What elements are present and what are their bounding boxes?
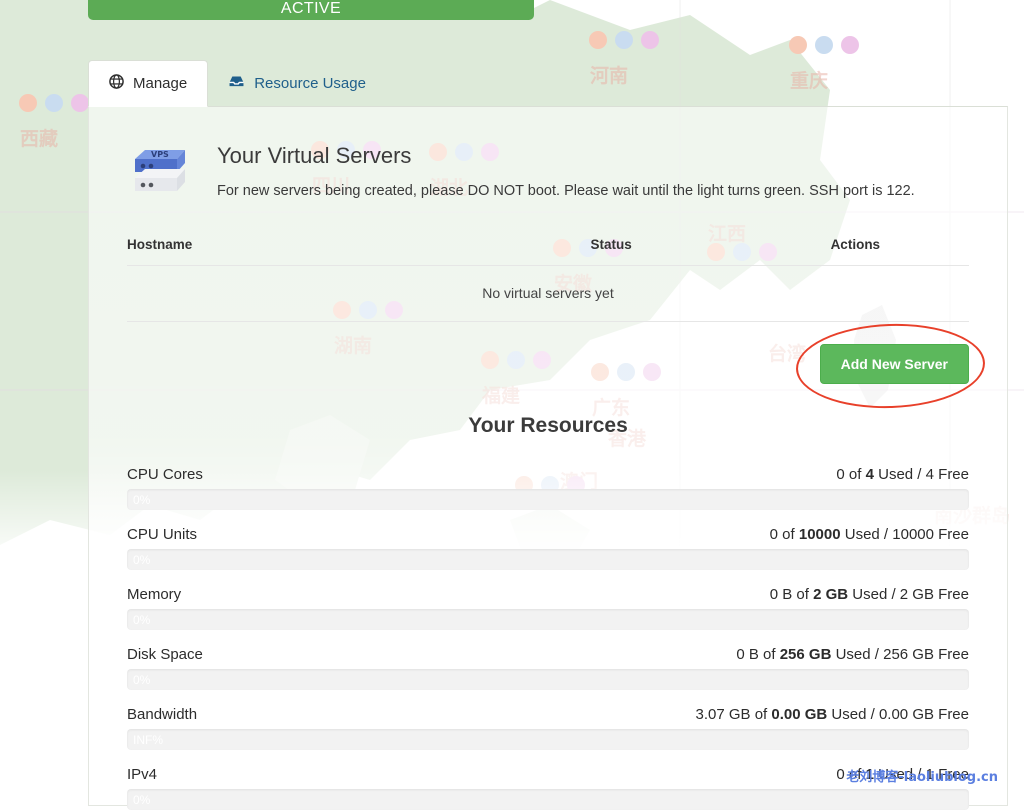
- resource-name: Memory: [127, 586, 181, 603]
- resource-name: CPU Units: [127, 526, 197, 543]
- empty-state-message: No virtual servers yet: [127, 266, 969, 322]
- resource-name: Disk Space: [127, 646, 203, 663]
- tab-bar: Manage Resource Usage: [88, 60, 386, 107]
- resource-name: CPU Cores: [127, 466, 203, 483]
- tab-manage-label: Manage: [133, 75, 187, 92]
- resources-list: CPU Cores0 of 4 Used / 4 Free0%CPU Units…: [127, 466, 969, 810]
- resource-name: Bandwidth: [127, 706, 197, 723]
- resource-progress-bar: 0%: [127, 789, 969, 810]
- resource-row: Disk Space 0 B of 256 GB Used / 256 GB Fr…: [127, 646, 969, 690]
- resource-total: 4: [866, 466, 874, 483]
- resource-summary-line: Disk Space 0 B of 256 GB Used / 256 GB Fr…: [127, 646, 969, 663]
- site-watermark: 老刘博客-laoliublog.cn: [846, 766, 998, 785]
- resource-progress-bar: INF%: [127, 729, 969, 750]
- table-header-row: Hostname Status Actions: [127, 237, 969, 266]
- resource-percent-label: 0%: [127, 494, 150, 506]
- resource-row: IPv40 of 1 Used / 1 Free 0%: [127, 766, 969, 810]
- resource-percent-label: 0%: [127, 674, 150, 686]
- resource-total: 0.00 GB: [771, 706, 827, 723]
- table-empty-row: No virtual servers yet: [127, 266, 969, 322]
- resource-amount: 0 B of 256 GB Used / 256 GB Free: [736, 646, 969, 663]
- resource-amount: 0 of 10000 Used / 10000 Free: [770, 526, 969, 543]
- panel-header: VPS Your Virtual Servers For new servers…: [89, 107, 1007, 207]
- resource-total: 2 GB: [813, 586, 848, 603]
- status-banner-active: ACTIVE: [88, 0, 534, 20]
- map-marker-group: [789, 36, 859, 54]
- resource-percent-label: 0%: [127, 554, 150, 566]
- add-new-server-button[interactable]: Add New Server: [820, 344, 969, 384]
- map-marker-group: [19, 94, 89, 112]
- resource-total: 256 GB: [780, 646, 832, 663]
- resource-summary-line: CPU Cores 0 of 4 Used / 4 Free: [127, 466, 969, 483]
- map-label-chongqing: 重庆: [790, 69, 828, 92]
- resource-percent-label: 0%: [127, 614, 150, 626]
- vps-server-icon: VPS: [127, 145, 193, 207]
- header-description: For new servers being created, please DO…: [217, 183, 915, 199]
- virtual-servers-table: Hostname Status Actions No virtual serve…: [127, 237, 969, 322]
- tab-manage[interactable]: Manage: [88, 60, 208, 107]
- map-marker-group: [589, 31, 659, 49]
- resource-summary-line: CPU Units 0 of 10000 Used / 10000 Free: [127, 526, 969, 543]
- resource-percent-label: 0%: [127, 794, 150, 806]
- column-header-actions: Actions: [742, 237, 969, 266]
- tab-resource-usage-label: Resource Usage: [254, 75, 366, 92]
- tab-resource-usage[interactable]: Resource Usage: [208, 60, 386, 107]
- resource-summary-line: Bandwidth 3.07 GB of 0.00 GB Used / 0.00 …: [127, 706, 969, 723]
- tray-icon: [228, 75, 245, 92]
- resource-name: IPv4: [127, 766, 157, 783]
- resource-row: Memory 0 B of 2 GB Used / 2 GB Free 0%: [127, 586, 969, 630]
- resource-row: CPU Units 0 of 10000 Used / 10000 Free 0%: [127, 526, 969, 570]
- resource-amount: 0 B of 2 GB Used / 2 GB Free: [770, 586, 969, 603]
- resource-progress-bar: 0%: [127, 609, 969, 630]
- add-server-area: Add New Server: [127, 322, 969, 414]
- resource-progress-bar: 0%: [127, 489, 969, 510]
- manage-panel: VPS Your Virtual Servers For new servers…: [88, 106, 1008, 806]
- resource-progress-bar: 0%: [127, 669, 969, 690]
- page-title: Your Virtual Servers: [217, 143, 915, 169]
- resource-percent-label: INF%: [127, 734, 163, 746]
- column-header-status: Status: [481, 237, 742, 266]
- resource-total: 10000: [799, 526, 841, 543]
- resource-row: Bandwidth 3.07 GB of 0.00 GB Used / 0.00 …: [127, 706, 969, 750]
- globe-icon: [109, 74, 124, 93]
- vps-icon-text: VPS: [151, 150, 169, 159]
- map-label-henan: 河南: [590, 65, 628, 87]
- resource-amount: 0 of 4 Used / 4 Free: [836, 466, 969, 483]
- resource-progress-bar: 0%: [127, 549, 969, 570]
- resource-summary-line: IPv40 of 1 Used / 1 Free: [127, 766, 969, 783]
- resource-summary-line: Memory 0 B of 2 GB Used / 2 GB Free: [127, 586, 969, 603]
- column-header-hostname: Hostname: [127, 237, 481, 266]
- resource-row: CPU Cores 0 of 4 Used / 4 Free 0%: [127, 466, 969, 510]
- map-label-xizang: 西藏: [20, 127, 58, 150]
- resources-title: Your Resources: [127, 414, 969, 438]
- status-banner-label: ACTIVE: [281, 0, 341, 18]
- resource-amount: 3.07 GB of 0.00 GB Used / 0.00 GB Free: [696, 706, 970, 723]
